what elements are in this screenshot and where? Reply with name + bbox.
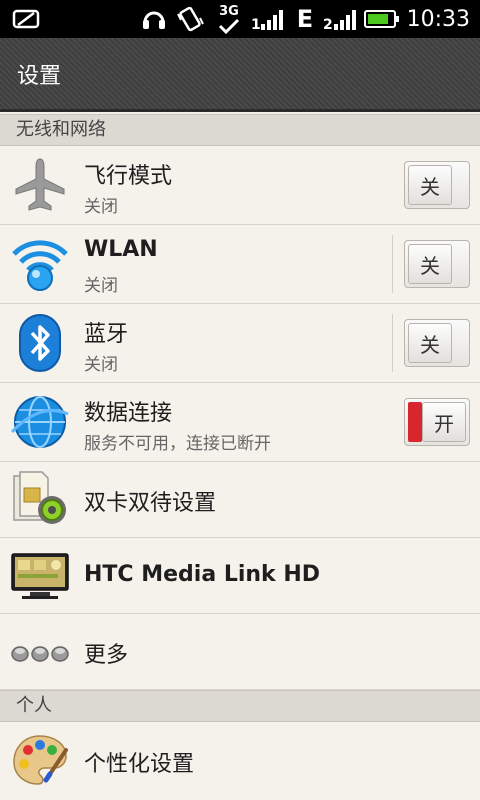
battery-icon [364, 0, 400, 38]
wlan-status: 关闭 [84, 276, 118, 296]
airplane-toggle[interactable]: 关 [404, 161, 470, 209]
svg-text:2: 2 [323, 17, 333, 31]
settings-row-wlan[interactable]: WLAN 关闭 关 [0, 225, 480, 304]
divider [392, 235, 393, 293]
settings-row-airplane[interactable]: 飞行模式 关闭 关 [0, 146, 480, 225]
toggle-on-indicator [408, 402, 422, 442]
media-link-label: HTC Media Link HD [84, 562, 321, 587]
signal-icon: 1 [250, 0, 286, 38]
page-title: 设置 [17, 64, 62, 89]
bluetooth-label: 蓝牙 [84, 322, 129, 347]
section-header-wireless: 无线和网络 [0, 114, 480, 146]
data-status: 服务不可用，连接已断开 [84, 434, 271, 454]
section-header-personal: 个人 [0, 690, 480, 722]
divider [392, 314, 393, 372]
sim-gear-icon [10, 470, 70, 530]
wlan-toggle-knob: 关 [408, 244, 452, 284]
settings-row-media-link[interactable]: HTC Media Link HD [0, 538, 480, 614]
bluetooth-status: 关闭 [84, 355, 118, 375]
wlan-label: WLAN [84, 237, 158, 262]
clock: 10:33 [406, 6, 470, 32]
3g-check-icon: 3G [214, 0, 244, 38]
status-bar: 3G 1 E 2 10:33 [0, 0, 480, 38]
palette-icon [10, 730, 70, 790]
bluetooth-toggle[interactable]: 关 [404, 319, 470, 367]
more-label: 更多 [84, 643, 129, 668]
more-dots-icon [10, 622, 70, 682]
headset-icon [140, 0, 168, 38]
dual-sim-label: 双卡双待设置 [84, 491, 217, 516]
airplane-icon [10, 155, 70, 215]
network-type-label: 3G [219, 3, 239, 19]
settings-row-dual-sim[interactable]: 双卡双待设置 [0, 462, 480, 538]
notification-icon [10, 0, 44, 38]
globe-icon [10, 392, 70, 452]
title-bar: 设置 [0, 38, 480, 112]
personalize-label: 个性化设置 [84, 752, 195, 777]
data-toggle[interactable]: 开 [404, 398, 470, 446]
airplane-status: 关闭 [84, 197, 118, 217]
bluetooth-toggle-knob: 关 [408, 323, 452, 363]
wlan-toggle[interactable]: 关 [404, 240, 470, 288]
settings-row-bluetooth[interactable]: 蓝牙 关闭 关 [0, 304, 480, 383]
bluetooth-icon [10, 313, 70, 373]
settings-row-more[interactable]: 更多 [0, 614, 480, 690]
data-label: 数据连接 [84, 401, 173, 426]
signal2-icon: 2 [322, 0, 362, 38]
data-toggle-knob: 开 [422, 402, 466, 442]
vibrate-icon [174, 0, 206, 38]
settings-row-personalize[interactable]: 个性化设置 [0, 722, 480, 800]
edge-icon: E [296, 5, 314, 33]
tv-icon [10, 546, 70, 606]
wifi-icon [10, 234, 70, 294]
airplane-label: 飞行模式 [84, 164, 173, 189]
settings-row-data[interactable]: 数据连接 服务不可用，连接已断开 开 [0, 383, 480, 462]
airplane-toggle-knob: 关 [408, 165, 452, 205]
svg-text:1: 1 [251, 17, 261, 31]
